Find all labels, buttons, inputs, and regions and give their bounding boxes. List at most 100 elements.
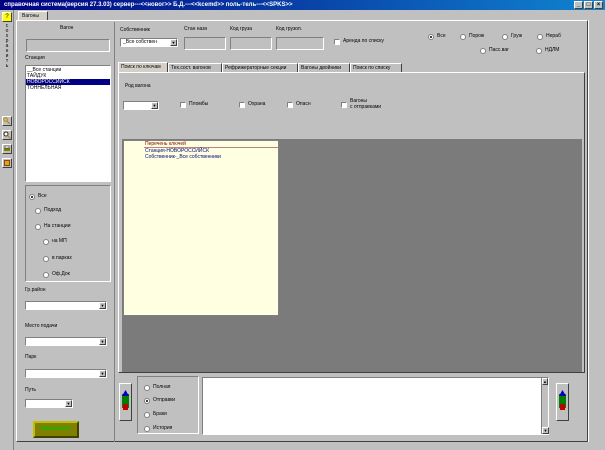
location-group: Все Подход На станции на МП в парках Оф.… [25,185,111,282]
radio-loc-parks[interactable] [43,256,49,262]
right-scroll-strip[interactable] [588,20,605,442]
wagon-input[interactable] [26,39,110,52]
keys-panel: Перечень ключей Станция-НОВОРОССИЙСК Соб… [123,140,279,316]
gr-rayon-combo[interactable]: ▼ [25,301,107,310]
st-naz-label: Стан назн [184,26,208,32]
radio-mode-shipments[interactable] [144,398,150,404]
radio-mode-shipments-label: Отправки [153,397,176,403]
title-bar: справочная система(версия 27.3.03) серве… [0,0,605,10]
wagon-kind-combo[interactable]: ▼ [123,101,159,110]
gr-rayon-label: Гр.район [25,287,46,293]
arenda-label: Аренда по списку [343,38,384,44]
radio-mode-history-label: История [153,425,173,431]
arenda-checkbox[interactable] [334,39,340,45]
wagon-label: Вагон [60,25,74,31]
mode-group: Полная Отправки Браки История [137,376,199,434]
save-vertical-label[interactable]: с о х р а н и т ь [4,24,10,69]
cargo-code-input[interactable] [230,37,272,50]
tab-key-search[interactable]: Поиск по ключам [118,62,168,72]
nav-next-button[interactable] [556,383,569,421]
radio-loc-ofdoc-label: Оф.Док [52,271,70,277]
close-button[interactable]: × [594,1,603,9]
chevron-down-icon[interactable]: ▼ [99,338,106,345]
nav-prev-button[interactable] [119,383,132,421]
radio-loc-mp[interactable] [43,239,49,245]
put-label: Путь [25,387,36,393]
radio-state-passenger[interactable] [480,48,486,54]
printer-icon [4,145,10,151]
keys-header: Перечень ключей [144,141,278,148]
radio-loc-at-station[interactable] [35,224,41,230]
arrow-nav-icon [559,390,566,410]
chevron-down-icon[interactable]: ▼ [99,302,106,309]
radio-mode-defects[interactable] [144,412,150,418]
key-tool-button[interactable] [2,116,12,126]
notes-textarea[interactable]: ▲ ▼ [202,377,549,435]
stations-list[interactable]: __Все станции ТАЙДУК НОВОРОССИЙСК ТОННЕЛ… [25,65,111,182]
app-window: справочная система(версия 27.3.03) серве… [0,0,605,450]
tab-list-search[interactable]: Поиск по списку [350,63,402,72]
stations-label: Станция [25,55,45,61]
put-combo[interactable]: ▼ [25,399,73,408]
notes-scrollbar[interactable]: ▲ ▼ [541,378,549,434]
radio-loc-mp-label: на МП [52,238,67,244]
tab-panel: Род вагона ▼ Пломбы Охрана Опасн Вагоны … [118,72,585,373]
with-shipments-checkbox[interactable] [341,102,347,108]
guard-label: Охрана [248,101,266,107]
tab-refrigerator[interactable]: Рефрижераторные секции [222,63,298,72]
radio-state-ndlm-label: НДЛМ [545,47,560,53]
radio-mode-history[interactable] [144,426,150,432]
radio-state-all[interactable] [428,34,434,40]
radio-mode-full[interactable] [144,385,150,391]
chevron-down-icon[interactable]: ▼ [170,39,177,46]
tab-tech-state[interactable]: Тех.сост. вагонов [168,63,222,72]
help-button[interactable]: ? [2,12,12,22]
scroll-down-button[interactable]: ▼ [542,427,549,434]
radio-loc-all-label: Все [38,193,47,199]
key-icon [3,117,11,125]
radio-loc-all[interactable] [29,194,35,200]
radio-state-empty[interactable] [460,34,466,40]
tools-button[interactable] [2,158,12,168]
key-item-owner[interactable]: Собственник-_Все собственники [144,154,278,160]
radio-loc-parks-label: в парках [52,255,72,261]
radio-mode-full-label: Полная [153,384,171,390]
cargo-code-label: Код груза [230,26,253,32]
owner-label: Собственник [120,27,150,33]
chevron-down-icon[interactable]: ▼ [151,102,158,109]
maximize-button[interactable]: □ [584,1,593,9]
window-title: справочная система(версия 27.3.03) серве… [4,2,293,8]
park-label: Парк [25,354,37,360]
execute-button[interactable]: Выполнить [33,421,79,438]
dangerous-checkbox[interactable] [287,102,293,108]
radio-state-loaded[interactable] [502,34,508,40]
station-item-tonnelnaya[interactable]: ТОННЕЛЬНАЯ [26,85,110,91]
radio-state-ndlm[interactable] [536,48,542,54]
radio-state-nonwork[interactable] [537,34,543,40]
radio-state-nonwork-label: Нераб [546,33,561,39]
radio-mode-defects-label: Браки [153,411,167,417]
window-controls: _ □ × [574,1,603,9]
chevron-down-icon[interactable]: ▼ [99,370,106,377]
printer-button[interactable] [2,144,12,154]
mesto-combo[interactable]: ▼ [25,337,107,346]
tab-twins[interactable]: Вагоны двойники [298,63,350,72]
seals-checkbox[interactable] [180,102,186,108]
minimize-button[interactable]: _ [574,1,583,9]
scroll-up-button[interactable]: ▲ [542,378,548,385]
guard-checkbox[interactable] [239,102,245,108]
help-icon: ? [5,14,9,20]
owner-combo[interactable]: _Все собствен ▼ [120,38,178,47]
with-shipments-label: Вагоны с отправками [350,98,382,110]
key-search-button[interactable] [2,130,12,140]
park-combo[interactable]: ▼ [25,369,107,378]
mesto-label: Место подачи [25,323,58,329]
consignee-code-input[interactable] [276,37,324,50]
radio-state-empty-label: Порож [469,33,485,39]
side-toolbar: ? с о х р а н и т ь [0,10,14,450]
radio-loc-approach[interactable] [35,208,41,214]
chevron-down-icon[interactable]: ▼ [65,400,72,407]
seals-label: Пломбы [189,101,209,107]
radio-loc-ofdoc[interactable] [43,272,49,278]
st-naz-input[interactable] [184,37,226,50]
